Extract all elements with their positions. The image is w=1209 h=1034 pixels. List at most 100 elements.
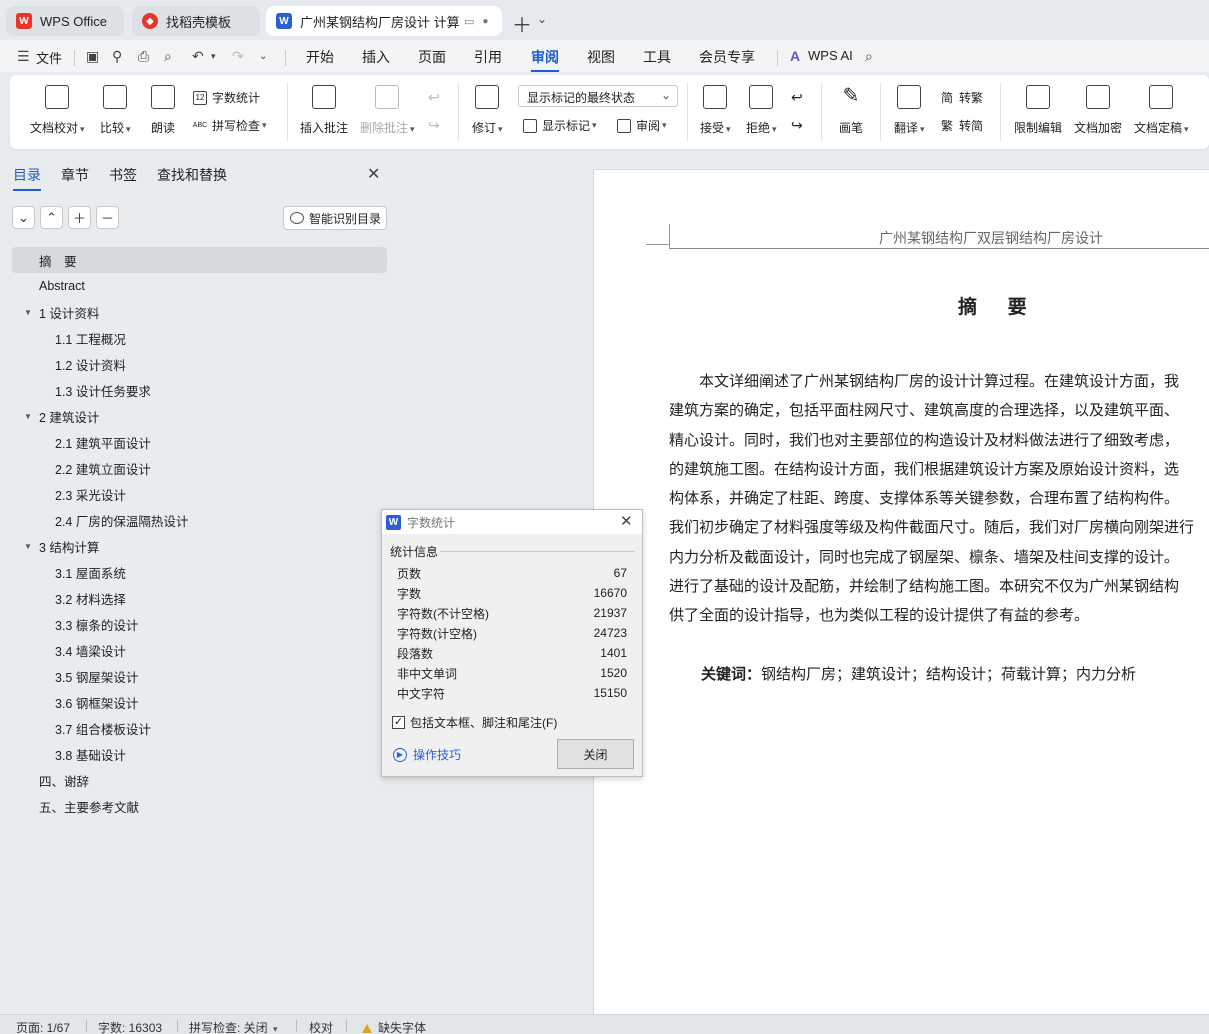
toc-item[interactable]: Abstract — [12, 273, 387, 299]
include-textbox-checkbox[interactable]: ✓ 包括文本框、脚注和尾注(F) — [392, 714, 557, 731]
expand-triangle-icon[interactable]: ▼ — [24, 308, 36, 317]
show-markup-button[interactable]: 显示标记 ▾ — [523, 117, 597, 134]
markup-state-select[interactable]: 显示标记的最终状态 ⌄ — [518, 85, 678, 107]
to-simplified-button[interactable]: 繁 转简 — [940, 117, 983, 134]
spell-check-button[interactable]: ABC 拼写检查 ▾ — [193, 117, 267, 134]
tab-docer-templates[interactable]: ◆ 找稻壳模板 — [132, 6, 260, 36]
undo-icon[interactable]: ↶ — [192, 48, 204, 65]
menu-review[interactable]: 审阅 — [531, 47, 559, 72]
toc-item[interactable]: ▼ 3 结构计算 — [12, 533, 387, 559]
tab-find-replace[interactable]: 查找和替换 — [157, 165, 227, 185]
review-ribbon: 文档校对 ▾ 比较 ▾ 朗读 12 字数统计 ABC 拼写检查 ▾ 插入批注 删除批注… — [10, 75, 1209, 149]
compare-button[interactable]: 比较 ▾ — [100, 85, 131, 136]
add-level-icon[interactable]: ＋ — [68, 206, 91, 229]
unsaved-dot-icon[interactable]: ● — [482, 16, 488, 27]
accept-button[interactable]: 接受 ▾ — [700, 85, 731, 136]
close-icon[interactable]: ✕ — [620, 512, 633, 530]
prev-change-icon[interactable]: ↩ — [791, 89, 803, 106]
status-spell-check[interactable]: 拼写检查: 关闭 ▾ — [189, 1019, 278, 1034]
next-change-icon[interactable]: ↪ — [791, 117, 803, 134]
pen-button[interactable]: ✎ 画笔 — [839, 85, 863, 136]
remove-level-icon[interactable]: － — [96, 206, 119, 229]
toc-item[interactable]: 3.1 屋面系统 — [12, 559, 387, 585]
dialog-titlebar[interactable]: W 字数统计 — [382, 510, 642, 534]
toc-item[interactable]: 2.1 建筑平面设计 — [12, 429, 387, 455]
status-words[interactable]: 字数: 16303 — [98, 1019, 162, 1034]
toc-item[interactable]: 3.5 钢屋架设计 — [12, 663, 387, 689]
toc-item[interactable]: 四、谢辞 — [12, 767, 387, 793]
toc-item[interactable]: 2.2 建筑立面设计 — [12, 455, 387, 481]
menu-insert[interactable]: 插入 — [362, 47, 390, 67]
wps-ai-icon[interactable]: A — [790, 48, 800, 64]
toc-item[interactable]: 2.4 厂房的保温隔热设计 — [12, 507, 387, 533]
tips-link[interactable]: ▶ 操作技巧 — [393, 746, 461, 763]
translate-button[interactable]: 翻译 ▾ — [894, 85, 925, 136]
insert-comment-button[interactable]: 插入批注 — [300, 85, 348, 136]
smart-toc-button[interactable]: 智能识别目录 — [283, 206, 387, 230]
chevron-down-icon[interactable]: ⌄ — [537, 12, 547, 26]
proofread-button[interactable]: 文档校对 ▾ — [30, 85, 85, 136]
menu-references[interactable]: 引用 — [474, 47, 502, 67]
toc-item[interactable]: 3.7 组合楼板设计 — [12, 715, 387, 741]
word-count-button[interactable]: 12 字数统计 — [193, 89, 260, 106]
expand-triangle-icon[interactable]: ▼ — [24, 542, 36, 551]
menu-home[interactable]: 开始 — [306, 47, 334, 67]
more-chevron-icon[interactable]: ⌄ — [259, 51, 267, 62]
toc-item[interactable]: 摘 要 — [12, 247, 387, 273]
dialog-close-button[interactable]: 关闭 — [557, 739, 634, 769]
document-page[interactable]: 广州某钢结构厂双层钢结构厂房设计 摘 要 本文详细阐述了广州某钢结构厂房的设计计… — [593, 169, 1209, 1014]
status-missing-font[interactable]: 缺失字体 — [362, 1019, 426, 1034]
tab-wps-office[interactable]: W WPS Office — [6, 6, 124, 36]
save-icon[interactable]: ▣ — [86, 48, 99, 65]
menu-page[interactable]: 页面 — [418, 47, 446, 67]
review-pane-button[interactable]: 审阅 ▾ — [617, 117, 667, 134]
toc-item[interactable]: 1.2 设计资料 — [12, 351, 387, 377]
tab-sections[interactable]: 章节 — [61, 165, 89, 185]
delete-comment-button[interactable]: 删除批注 ▾ — [360, 85, 415, 136]
share-icon[interactable]: ⚲ — [112, 48, 122, 65]
redo-icon[interactable]: ↷ — [232, 48, 244, 65]
toc-item[interactable]: 五、主要参考文献 — [12, 793, 387, 819]
track-changes-button[interactable]: 修订 ▾ — [472, 85, 503, 136]
restrict-edit-button[interactable]: 限制编辑 — [1014, 85, 1062, 136]
status-proof[interactable]: 校对 — [309, 1019, 333, 1034]
status-page[interactable]: 页面: 1/67 — [16, 1019, 70, 1034]
menu-wps-ai[interactable]: WPS AI — [808, 48, 853, 63]
search-icon[interactable]: ⌕ — [865, 48, 873, 65]
paragraph-line: 内力分析及截面设计，同时也完成了钢屋架、檩条、墙架及柱间支撑的设计。 — [669, 547, 1180, 566]
hamburger-icon[interactable]: ☰ — [17, 48, 30, 65]
toc-item[interactable]: 3.2 材料选择 — [12, 585, 387, 611]
reject-button[interactable]: 拒绝 ▾ — [746, 85, 777, 136]
menu-view[interactable]: 视图 — [587, 47, 615, 67]
tab-bookmarks[interactable]: 书签 — [109, 165, 137, 185]
toc-item[interactable]: 2.3 采光设计 — [12, 481, 387, 507]
toc-item[interactable]: ▼ 1 设计资料 — [12, 299, 387, 325]
finalize-button[interactable]: 文档定稿 ▾ — [1134, 85, 1189, 136]
monitor-icon[interactable]: ▭ — [464, 15, 474, 28]
expand-triangle-icon[interactable]: ▼ — [24, 412, 36, 421]
toc-item[interactable]: 3.3 檩条的设计 — [12, 611, 387, 637]
toc-item[interactable]: 1.1 工程概况 — [12, 325, 387, 351]
print-icon[interactable]: ⎙ — [138, 48, 149, 65]
new-tab-icon[interactable]: ＋ — [512, 9, 532, 38]
menu-file[interactable]: 文件 — [36, 48, 62, 67]
collapse-all-icon[interactable]: ⌃ — [40, 206, 63, 229]
toc-item[interactable]: 3.4 墙梁设计 — [12, 637, 387, 663]
close-icon[interactable]: ✕ — [367, 164, 380, 184]
next-comment-icon[interactable]: ↪ — [428, 117, 440, 134]
menu-member[interactable]: 会员专享 — [699, 47, 755, 67]
read-aloud-button[interactable]: 朗读 — [151, 85, 175, 136]
toc-item[interactable]: ▼ 2 建筑设计 — [12, 403, 387, 429]
undo-dropdown-icon[interactable]: ▾ — [211, 51, 216, 62]
encrypt-button[interactable]: 文档加密 — [1074, 85, 1122, 136]
tab-toc[interactable]: 目录 — [13, 165, 41, 191]
to-traditional-button[interactable]: 简 转繁 — [940, 89, 983, 106]
prev-comment-icon[interactable]: ↩ — [428, 89, 440, 106]
tab-document[interactable]: W 广州某钢结构厂房设计 计算说 ▭ ● — [266, 6, 502, 36]
toc-item[interactable]: 1.3 设计任务要求 — [12, 377, 387, 403]
toc-item[interactable]: 3.6 钢框架设计 — [12, 689, 387, 715]
print-preview-icon[interactable]: ⌕ — [164, 48, 172, 65]
toc-item[interactable]: 3.8 基础设计 — [12, 741, 387, 767]
expand-all-icon[interactable]: ⌄ — [12, 206, 35, 229]
menu-tools[interactable]: 工具 — [643, 47, 671, 67]
